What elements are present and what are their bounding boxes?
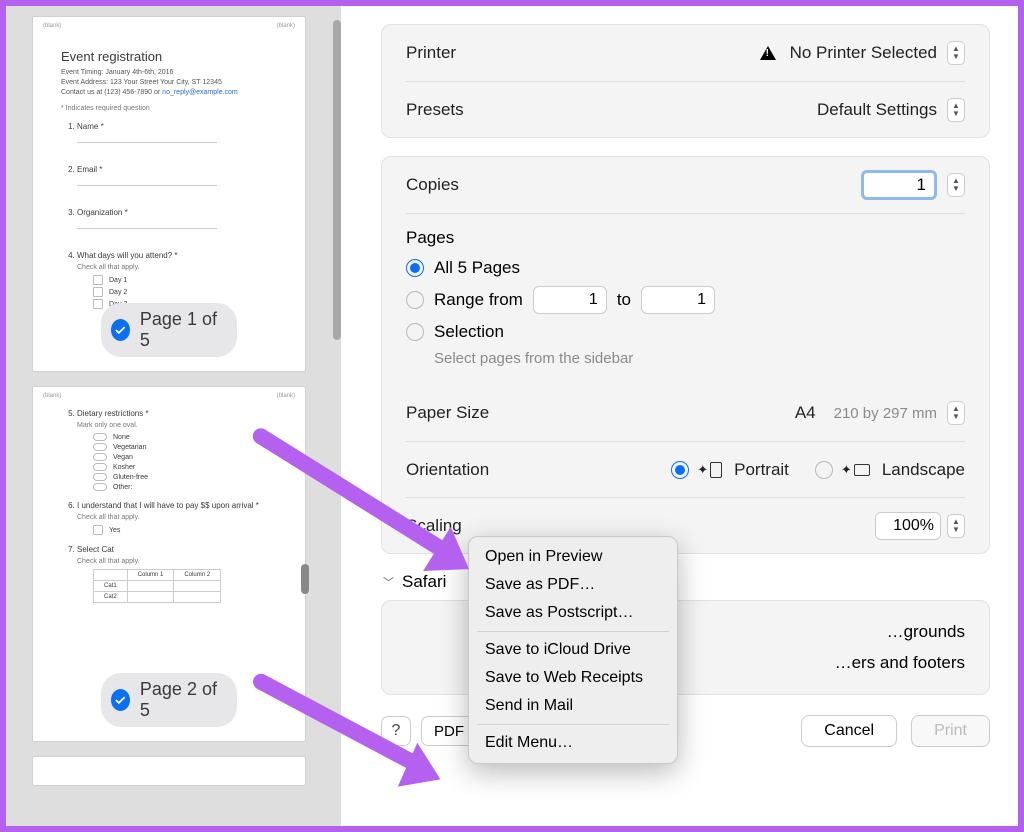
portrait-icon: ✦ xyxy=(697,462,722,478)
orientation-landscape-label: Landscape xyxy=(882,460,965,480)
printer-label: Printer xyxy=(406,43,456,63)
scaling-input[interactable] xyxy=(875,512,941,540)
page-badge-1[interactable]: Page 1 of 5 xyxy=(101,303,237,357)
landscape-icon: ✦ xyxy=(841,462,870,478)
menu-save-web-receipts[interactable]: Save to Web Receipts xyxy=(469,664,677,692)
scaling-label: Scaling xyxy=(406,516,462,536)
orientation-landscape-radio[interactable] xyxy=(815,461,833,479)
page-badge-2-label: Page 2 of 5 xyxy=(140,679,219,721)
papersize-label: Paper Size xyxy=(406,403,489,423)
copies-label: Copies xyxy=(406,175,459,195)
thumb2-q7-table: Column 1Column 2 Cat1 Cat2 xyxy=(93,569,221,603)
page-thumbnail-2[interactable]: (blank)(blank) Dietary restrictions * Ma… xyxy=(32,386,306,742)
pages-range-radio[interactable] xyxy=(406,291,424,309)
pages-selection-radio[interactable] xyxy=(406,323,424,341)
check-icon xyxy=(111,319,130,341)
help-icon: ? xyxy=(392,722,401,740)
presets-value: Default Settings xyxy=(817,100,937,120)
help-button[interactable]: ? xyxy=(381,716,411,746)
presets-select[interactable]: Default Settings xyxy=(817,98,965,122)
pdf-dropdown-menu: Open in Preview Save as PDF… Save as Pos… xyxy=(468,536,678,764)
copies-input[interactable] xyxy=(861,170,937,200)
safari-section-label: Safari xyxy=(402,572,446,592)
pages-all-label: All 5 Pages xyxy=(434,258,520,278)
thumb1-contact-link: no_reply@example.com xyxy=(162,89,238,96)
thumb1-q2: Email * xyxy=(77,165,102,174)
cancel-button[interactable]: Cancel xyxy=(801,715,897,747)
thumbnail-sidebar: (blank)(blank) Event registration Event … xyxy=(6,6,341,826)
pages-range-label: Range from xyxy=(434,290,523,310)
thumb2-q5-sub: Mark only one oval. xyxy=(77,422,277,429)
updown-icon xyxy=(947,98,965,122)
thumb1-contact: Contact us at (123) 456-7890 or xyxy=(61,89,162,96)
copies-stepper[interactable] xyxy=(947,173,965,197)
menu-save-icloud[interactable]: Save to iCloud Drive xyxy=(469,636,677,664)
thumb1-q3: Organization * xyxy=(77,208,128,217)
thumb2-q6-sub: Check all that apply. xyxy=(77,514,277,521)
check-icon xyxy=(111,689,130,711)
menu-send-mail[interactable]: Send in Mail xyxy=(469,692,677,720)
thumb1-timing: Event Timing: January 4th-6th, 2016 xyxy=(61,69,173,76)
print-button[interactable]: Print xyxy=(911,715,990,747)
thumb1-q4-opt2: Day 2 xyxy=(93,287,277,297)
page-thumbnail-3[interactable] xyxy=(32,756,306,786)
thumb2-q5-o3: Vegan xyxy=(93,453,277,461)
range-to-input[interactable] xyxy=(641,286,715,314)
page-badge-2[interactable]: Page 2 of 5 xyxy=(101,673,237,727)
printer-value: No Printer Selected xyxy=(790,43,937,63)
papersize-select[interactable]: A4 210 by 297 mm xyxy=(795,401,965,425)
thumb1-q4-opt1: Day 1 xyxy=(93,275,277,285)
thumb1-q4: What days will you attend? * xyxy=(77,251,178,260)
thumb2-q5-o5: Gluten-free xyxy=(93,473,277,481)
thumb2-q5-o6: Other: xyxy=(93,483,277,491)
presets-label: Presets xyxy=(406,100,464,120)
thumb2-q5-o2: Vegetarian xyxy=(93,443,277,451)
menu-save-pdf[interactable]: Save as PDF… xyxy=(469,571,677,599)
thumb1-address: Event Address: 123 Your Street Your City… xyxy=(61,79,222,86)
printer-select[interactable]: No Printer Selected xyxy=(760,41,965,65)
menu-save-postscript[interactable]: Save as Postscript… xyxy=(469,599,677,627)
papersize-value: A4 xyxy=(795,403,816,423)
pages-label: Pages xyxy=(406,228,965,248)
thumb1-q4-sub: Check all that apply. xyxy=(77,264,277,271)
page-thumbnail-1[interactable]: (blank)(blank) Event registration Event … xyxy=(32,16,306,372)
thumb1-required: * Indicates required question xyxy=(61,105,277,112)
thumb2-q5: Dietary restrictions * xyxy=(77,409,149,418)
thumb2-q7-sub: Check all that apply. xyxy=(77,558,277,565)
menu-open-preview[interactable]: Open in Preview xyxy=(469,543,677,571)
scaling-stepper[interactable] xyxy=(947,514,965,538)
pages-selection-hint: Select pages from the sidebar xyxy=(434,350,965,367)
thumb2-q5-o1: None xyxy=(93,433,277,441)
page-badge-1-label: Page 1 of 5 xyxy=(140,309,219,351)
updown-icon xyxy=(947,41,965,65)
range-from-input[interactable] xyxy=(533,286,607,314)
thumb2-q5-o4: Kosher xyxy=(93,463,277,471)
thumb1-title: Event registration xyxy=(61,49,277,64)
papersize-dims: 210 by 297 mm xyxy=(834,405,937,422)
orientation-portrait-radio[interactable] xyxy=(671,461,689,479)
pages-selection-label: Selection xyxy=(434,322,504,342)
warning-icon xyxy=(760,46,776,60)
thumb2-q6-opt: Yes xyxy=(93,525,277,535)
range-to-word: to xyxy=(617,290,631,310)
thumb2-q7: Select Cat xyxy=(77,545,114,554)
menu-edit[interactable]: Edit Menu… xyxy=(469,729,677,757)
updown-icon xyxy=(947,401,965,425)
thumb-scrub-handle[interactable] xyxy=(301,564,309,594)
thumb2-q6: I understand that I will have to pay $$ … xyxy=(77,501,259,510)
chevron-down-icon: ﹀ xyxy=(383,574,394,590)
orientation-portrait-label: Portrait xyxy=(734,460,789,480)
orientation-label: Orientation xyxy=(406,460,489,480)
pages-all-radio[interactable] xyxy=(406,259,424,277)
thumb1-q1: Name * xyxy=(77,122,104,131)
sidebar-scrollbar[interactable] xyxy=(333,20,341,340)
print-panel: Printer No Printer Selected Presets Defa… xyxy=(341,6,1018,826)
